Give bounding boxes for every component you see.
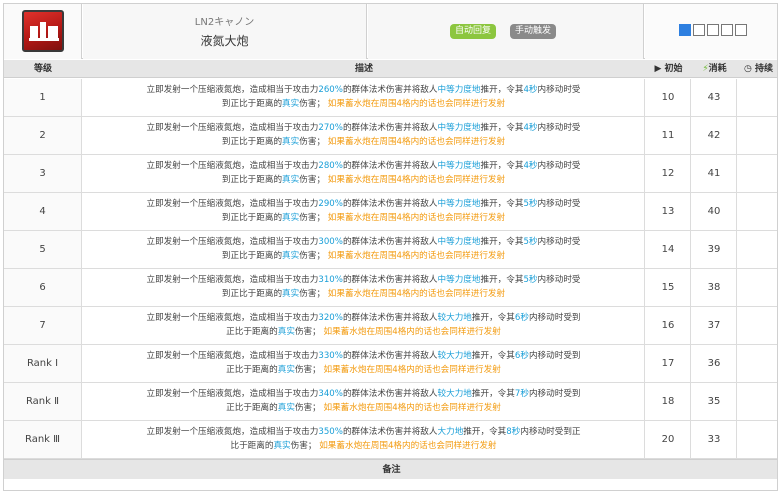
table-row: 5 立即发射一个压缩液氮炮，造成相当于攻击力300%的群体法术伤害并将敌人中等力度… [4,231,777,269]
skill-name-cn: 液氮大炮 [200,34,249,48]
row-sp-cost: 39 [692,231,737,268]
row-initial-sp: 17 [646,345,691,382]
col-description: 描述 [354,64,373,74]
level-toggle-4[interactable] [721,24,733,36]
row-duration [738,269,777,306]
level-toggle-3[interactable] [707,24,719,36]
row-sp-cost: 36 [692,345,737,382]
row-level: 5 [4,231,82,268]
row-sp-cost: 35 [692,383,737,420]
table-row: 4 立即发射一个压缩液氮炮，造成相当于攻击力290%的群体法术伤害并将敌人中等力度… [4,193,777,231]
level-selector [645,4,777,59]
row-sp-cost: 38 [692,269,737,306]
row-duration [738,307,777,344]
col-initial: ▶ 初始 [654,64,683,74]
table-row: 3 立即发射一个压缩液氮炮，造成相当于攻击力280%的群体法术伤害并将敌人中等力度… [4,155,777,193]
row-level: Rank Ⅰ [4,345,82,382]
row-initial-sp: 15 [646,269,691,306]
row-initial-sp: 10 [646,79,691,116]
skill-table: LN2キャノン 液氮大炮 自动回复 手动触发 等级 描述 ▶ 初始 ⚡消耗 ◷ … [3,3,778,491]
table-row: 6 立即发射一个压缩液氮炮，造成相当于攻击力310%的群体法术伤害并将敌人中等力度… [4,269,777,307]
row-duration [738,193,777,230]
row-sp-cost: 41 [692,155,737,192]
row-duration [738,421,777,458]
row-description: 立即发射一个压缩液氮炮，造成相当于攻击力340%的群体法术伤害并将敌人较大力地推… [83,383,645,420]
row-description: 立即发射一个压缩液氮炮，造成相当于攻击力350%的群体法术伤害并将敌人大力地推开… [83,421,645,458]
row-description: 立即发射一个压缩液氮炮，造成相当于攻击力260%的群体法术伤害并将敌人中等力度地… [83,79,645,116]
row-level: 6 [4,269,82,306]
row-description: 立即发射一个压缩液氮炮，造成相当于攻击力330%的群体法术伤害并将敌人较大力地推… [83,345,645,382]
row-level: 3 [4,155,82,192]
skill-badges: 自动回复 手动触发 [368,4,644,59]
row-duration [738,79,777,116]
col-level: 等级 [33,64,52,74]
badge-manual-trigger: 手动触发 [510,24,557,39]
row-level: 4 [4,193,82,230]
row-level: 2 [4,117,82,154]
level-toggle-1[interactable] [679,24,691,36]
level-toggle-5[interactable] [735,24,747,36]
row-sp-cost: 33 [692,421,737,458]
column-headers: 等级 描述 ▶ 初始 ⚡消耗 ◷ 持续 [4,60,777,78]
row-sp-cost: 37 [692,307,737,344]
table-row: Rank Ⅱ 立即发射一个压缩液氮炮，造成相当于攻击力340%的群体法术伤害并将敌… [4,383,777,421]
col-duration: ◷ 持续 [743,64,773,74]
row-description: 立即发射一个压缩液氮炮，造成相当于攻击力300%的群体法术伤害并将敌人中等力度地… [83,231,645,268]
row-initial-sp: 16 [646,307,691,344]
row-sp-cost: 42 [692,117,737,154]
play-icon: ▶ [654,64,662,74]
row-initial-sp: 20 [646,421,691,458]
level-toggle-2[interactable] [693,24,705,36]
row-description: 立即发射一个压缩液氮炮，造成相当于攻击力270%的群体法术伤害并将敌人中等力度地… [83,117,645,154]
skill-name-jp: LN2キャノン [194,17,255,28]
skill-icon [22,10,64,52]
table-row: 2 立即发射一个压缩液氮炮，造成相当于攻击力270%的群体法术伤害并将敌人中等力度… [4,117,777,155]
row-initial-sp: 12 [646,155,691,192]
row-duration [738,117,777,154]
row-level: 7 [4,307,82,344]
row-sp-cost: 43 [692,79,737,116]
table-row: Rank Ⅲ 立即发射一个压缩液氮炮，造成相当于攻击力350%的群体法术伤害并将敌… [4,421,777,459]
table-row: Rank Ⅰ 立即发射一个压缩液氮炮，造成相当于攻击力330%的群体法术伤害并将敌… [4,345,777,383]
row-duration [738,155,777,192]
table-row: 1 立即发射一个压缩液氮炮，造成相当于攻击力260%的群体法术伤害并将敌人中等力度… [4,79,777,117]
row-initial-sp: 13 [646,193,691,230]
clock-icon: ◷ [743,64,752,74]
row-level: Rank Ⅱ [4,383,82,420]
col-cost: ⚡消耗 [702,64,727,74]
row-level: 1 [4,79,82,116]
row-duration [738,231,777,268]
skill-name-cell: LN2キャノン 液氮大炮 [83,4,367,59]
skill-icon-cell [4,4,82,59]
row-description: 立即发射一个压缩液氮炮，造成相当于攻击力280%的群体法术伤害并将敌人中等力度地… [83,155,645,192]
skill-header: LN2キャノン 液氮大炮 自动回复 手动触发 [4,4,777,59]
row-sp-cost: 40 [692,193,737,230]
badge-auto-recovery: 自动回复 [450,24,497,39]
table-row: 7 立即发射一个压缩液氮炮，造成相当于攻击力320%的群体法术伤害并将敌人较大力地… [4,307,777,345]
row-level: Rank Ⅲ [4,421,82,458]
row-description: 立即发射一个压缩液氮炮，造成相当于攻击力310%的群体法术伤害并将敌人中等力度地… [83,269,645,306]
row-initial-sp: 11 [646,117,691,154]
notes-header: 备注 [4,459,777,479]
row-duration [738,345,777,382]
row-duration [738,383,777,420]
row-description: 立即发射一个压缩液氮炮，造成相当于攻击力290%的群体法术伤害并将敌人中等力度地… [83,193,645,230]
row-initial-sp: 14 [646,231,691,268]
row-description: 立即发射一个压缩液氮炮，造成相当于攻击力320%的群体法术伤害并将敌人较大力地推… [83,307,645,344]
row-initial-sp: 18 [646,383,691,420]
